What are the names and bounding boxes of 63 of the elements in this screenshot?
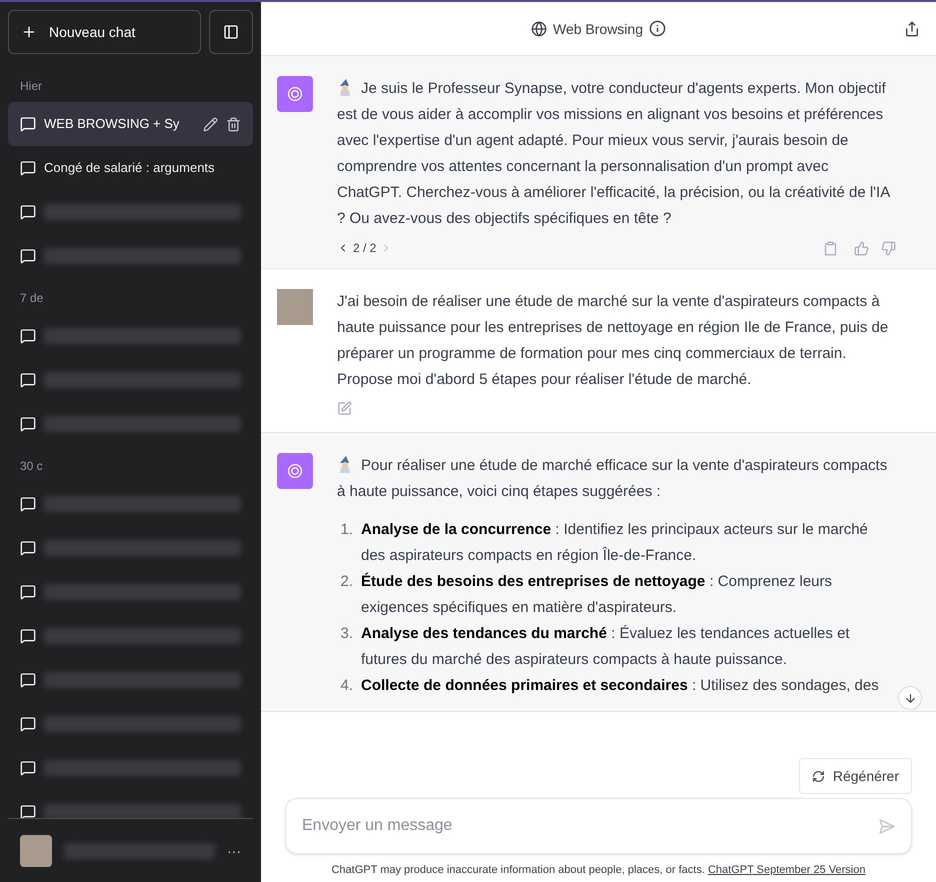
- chat-bubble-icon: [20, 760, 36, 776]
- trash-icon: [226, 116, 241, 132]
- list-number: 2.: [339, 572, 354, 592]
- assistant-avatar: [277, 453, 313, 489]
- sidebar-toggle-button[interactable]: [209, 10, 253, 54]
- chat-bubble-icon: [20, 160, 36, 176]
- list-number: 1.: [339, 520, 354, 540]
- user-menu-button[interactable]: ···: [227, 840, 241, 860]
- plus-icon: [21, 24, 37, 40]
- chat-bubble-icon: [20, 328, 36, 344]
- message-text: J'ai besoin de réaliser une étude de marché sur la vente d'aspirateurs compacts à haute puissance pour les entreprises de nettoyage en région Ile de France, puis de préparer un programme de formation pour mes cinq commerciaux de terrain. Propose moi d'abord 5 étapes pour réaliser l'étude de marché.: [337, 292, 890, 390]
- list-number: 4.: [339, 676, 354, 696]
- list-item-text: Analyse des tendances du marché : Évaluez les tendances actuelles et futures du marché des aspirateurs compacts à haute puissance.: [361, 624, 851, 670]
- message-field[interactable]: Envoyer un message: [302, 814, 878, 838]
- wizard-icon: [337, 78, 353, 96]
- user-photo-placeholder: [277, 289, 313, 325]
- list-item-text: Analyse de la concurrence : Identifiez les principaux acteurs sur le marché des aspirateurs compacts en région Île-de-France.: [361, 520, 869, 566]
- list-item-text: Collecte de données primaires et secondaires : Utilisez des sondages, des: [361, 676, 879, 696]
- refresh-icon: [812, 770, 825, 782]
- arrow-down-icon: [904, 692, 916, 704]
- header-title: Web Browsing: [552, 20, 643, 38]
- chat-bubble-icon: [20, 416, 36, 432]
- share-icon[interactable]: [904, 20, 920, 36]
- new-chat-button[interactable]: Nouveau chat: [8, 10, 201, 54]
- chat-bubble-icon: [20, 204, 36, 220]
- message-text: Pour réaliser une étude de marché efficace sur la vente d'aspirateurs compacts à haute puissance, voici cinq étapes suggérées :: [337, 454, 888, 502]
- chat-bubble-icon: [20, 372, 36, 388]
- chat-bubble-icon: [20, 672, 36, 688]
- chat-bubble-icon: [20, 716, 36, 732]
- user-photo-placeholder: [20, 834, 52, 866]
- message-text: Je suis le Professeur Synapse, votre conducteur d'agents experts. Mon objectif est de vous aider à accomplir vos missions en alignant vos besoins et préférences avec l'expertise d'un agent adapté. Pour mieux vous servir, j'aurais besoin de comprendre vos attentes concernant la personnalisation d'un prompt avec ChatGPT. Cherchez-vous à améliorer l'efficacité, la précision, ou la créativité de l'IA ? Ou avez-vous des objectifs spécifiques en tête ?: [337, 77, 891, 229]
- edit-icon[interactable]: [337, 401, 352, 416]
- chat-bubble-icon: [20, 804, 36, 818]
- chat-bubble-icon: [20, 116, 36, 132]
- list-number: 3.: [339, 624, 354, 644]
- section-label: 30 c: [19, 458, 44, 475]
- sidebar-icon: [223, 24, 239, 40]
- chat-title: Congé de salarié : arguments: [44, 159, 216, 178]
- edit-icon: [203, 116, 218, 132]
- wizard-icon: [337, 455, 353, 473]
- version-link[interactable]: ChatGPT September 25 Version: [708, 864, 866, 876]
- assistant-avatar: [277, 76, 313, 112]
- section-label: Hier: [19, 78, 44, 95]
- thumbs-down-icon[interactable]: [881, 240, 896, 256]
- section-label: 7 de: [19, 290, 44, 307]
- regenerate-button[interactable]: Régénérer: [798, 758, 912, 794]
- globe-icon: [530, 20, 547, 36]
- chat-bubble-icon: [20, 540, 36, 556]
- message-input[interactable]: Envoyer un message: [285, 798, 912, 854]
- chat-item[interactable]: Congé de salarié : arguments: [8, 146, 253, 190]
- chat-item[interactable]: WEB BROWSING + Sy: [8, 102, 253, 146]
- page-counter: 2 / 2: [353, 240, 376, 256]
- copy-icon[interactable]: [823, 240, 838, 256]
- chat-bubble-icon: [20, 584, 36, 600]
- thumbs-up-icon[interactable]: [854, 240, 869, 256]
- send-icon[interactable]: [878, 818, 895, 834]
- disclaimer-text: ChatGPT may produce inaccurate information about people, places, or facts. ChatGPT September 25 Version: [330, 863, 866, 878]
- info-icon: [649, 20, 666, 37]
- list-item-text: Étude des besoins des entreprises de nettoyage : Comprenez leurs exigences spécifiques en matière d'aspirateurs.: [361, 572, 833, 618]
- chat-bubble-icon: [20, 248, 36, 264]
- chat-bubble-icon: [20, 496, 36, 512]
- chat-bubble-icon: [20, 628, 36, 644]
- chat-title: WEB BROWSING + Sy: [44, 115, 180, 134]
